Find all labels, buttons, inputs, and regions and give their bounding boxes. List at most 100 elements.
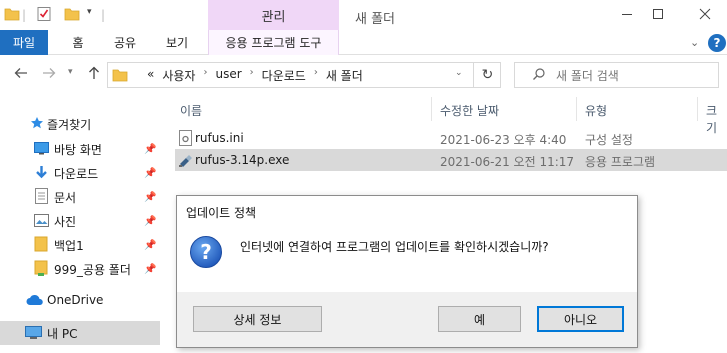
column-header-date[interactable]: 수정한 날짜 [440, 102, 499, 119]
sidebar-item-shared-folder[interactable]: 999_공용 폴더 📌 [0, 258, 160, 280]
breadcrumb-item-users[interactable]: 사용자 [162, 67, 195, 84]
maximize-button[interactable] [643, 4, 673, 26]
tab-home[interactable]: 홈 [66, 30, 90, 55]
column-divider[interactable] [431, 97, 432, 121]
minimize-icon [621, 8, 633, 23]
column-header-type[interactable]: 유형 [585, 102, 607, 119]
title-bar: | ▾ | 관리 새 폴더 [0, 0, 727, 30]
refresh-icon: ↻ [481, 67, 494, 83]
dialog-title: 업데이트 정책 [186, 206, 257, 220]
dialog-body: ? 인터넷에 연결하여 프로그램의 업데이트를 확인하시겠습니까? [177, 226, 637, 292]
breadcrumb-item-new-folder[interactable]: 새 폴더 [326, 67, 363, 84]
usb-drive-icon [178, 152, 194, 171]
chevron-right-icon[interactable]: › [203, 67, 207, 84]
refresh-button[interactable]: ↻ [473, 62, 501, 88]
cloud-icon [26, 294, 44, 309]
file-name: rufus.ini [195, 131, 244, 145]
sidebar-item-this-pc[interactable]: 내 PC [0, 321, 160, 345]
search-icon [532, 67, 546, 84]
minimize-button[interactable] [612, 4, 642, 26]
folder-icon [34, 236, 49, 255]
question-icon: ? [189, 235, 223, 272]
maximize-icon [652, 8, 664, 23]
sidebar-item-onedrive[interactable]: OneDrive [0, 289, 160, 311]
up-arrow-icon[interactable] [87, 66, 101, 84]
chevron-down-icon[interactable]: ⌄ [690, 36, 699, 49]
computer-icon [25, 326, 42, 343]
sidebar-item-desktop[interactable]: 바탕 화면 📌 [0, 138, 160, 160]
pin-icon[interactable]: 📌 [144, 192, 156, 203]
breadcrumb-item-user[interactable]: user [215, 67, 241, 84]
shared-folder-icon [34, 260, 49, 279]
sidebar-item-label: 다운로드 [54, 166, 99, 181]
pin-icon[interactable]: 📌 [144, 216, 156, 227]
chevron-down-icon[interactable]: ⌄ [455, 68, 463, 78]
breadcrumb-item-downloads[interactable]: 다운로드 [262, 67, 306, 84]
update-policy-dialog: 업데이트 정책 ? 인터넷에 연결하여 프로그램의 업데이트를 확인하시겠습니까… [176, 195, 638, 348]
dialog-title-bar[interactable]: 업데이트 정책 [177, 196, 637, 226]
pin-icon[interactable]: 📌 [144, 168, 156, 179]
sidebar-item-label: 내 PC [47, 326, 78, 341]
dialog-message: 인터넷에 연결하여 프로그램의 업데이트를 확인하시겠습니까? [240, 240, 549, 254]
window-title: 새 폴더 [355, 12, 396, 27]
chevron-right-icon[interactable]: › [314, 67, 318, 84]
sidebar-item-pictures[interactable]: 사진 📌 [0, 210, 160, 232]
file-row[interactable]: rufus.ini 2021-06-23 오후 4:40 구성 설정 [175, 127, 727, 149]
desktop-icon [34, 142, 49, 158]
sidebar-item-label: 즐겨찾기 [47, 117, 92, 132]
folder-icon [112, 67, 128, 86]
column-divider[interactable] [697, 97, 698, 121]
chevron-right-icon[interactable]: › [250, 67, 254, 84]
document-icon [35, 188, 48, 207]
column-header-name[interactable]: 이름 [180, 102, 202, 119]
back-arrow-icon[interactable] [14, 66, 28, 84]
close-button[interactable] [690, 4, 720, 26]
navigation-pane: 즐겨찾기 바탕 화면 📌 다운로드 📌 문서 📌 사진 📌 백업1 📌 999_… [0, 97, 160, 353]
breadcrumb: « 사용자 › user › 다운로드 › 새 폴더 [147, 67, 363, 84]
file-row[interactable]: rufus-3.14p.exe 2021-06-21 오전 11:17 응용 프… [175, 149, 727, 171]
details-button[interactable]: 상세 정보 [193, 306, 322, 332]
sidebar-item-quick-access[interactable]: 즐겨찾기 [0, 113, 160, 135]
file-date: 2021-06-21 오전 11:17 [440, 155, 575, 169]
pin-icon[interactable]: 📌 [144, 144, 156, 155]
file-type: 구성 설정 [585, 133, 633, 147]
help-button[interactable]: ? [708, 34, 726, 52]
svg-text:?: ? [200, 240, 212, 264]
close-icon [699, 8, 711, 23]
no-button[interactable]: 아니오 [537, 306, 624, 332]
download-icon [34, 165, 49, 183]
settings-file-icon [179, 130, 192, 149]
file-name: rufus-3.14p.exe [195, 153, 290, 167]
pin-icon[interactable]: 📌 [144, 240, 156, 251]
yes-button[interactable]: 예 [438, 306, 521, 332]
sidebar-item-label: OneDrive [47, 293, 104, 307]
properties-icon[interactable] [36, 6, 52, 25]
sidebar-item-label: 문서 [54, 190, 77, 205]
sidebar-item-downloads[interactable]: 다운로드 📌 [0, 162, 160, 184]
sidebar-item-label: 999_공용 폴더 [54, 262, 131, 277]
file-type: 응용 프로그램 [585, 155, 656, 169]
sidebar-item-label: 바탕 화면 [54, 142, 102, 157]
recent-locations-icon[interactable]: ▾ [68, 67, 73, 77]
manage-tab[interactable]: 관리 [208, 0, 339, 30]
folder-icon [4, 6, 20, 25]
sidebar-item-documents[interactable]: 문서 📌 [0, 186, 160, 208]
overflow-crumbs[interactable]: « [147, 67, 154, 84]
pictures-icon [34, 214, 49, 230]
sidebar-item-label: 백업1 [54, 238, 84, 253]
customize-toolbar-icon[interactable]: ▾ [87, 7, 92, 17]
tab-share[interactable]: 공유 [110, 30, 140, 55]
star-icon [30, 116, 44, 133]
forward-arrow-icon[interactable] [42, 66, 56, 84]
separator: | [22, 8, 27, 22]
new-folder-icon[interactable] [64, 6, 80, 25]
ribbon-tabs: 파일 홈 공유 보기 응용 프로그램 도구 [0, 30, 727, 55]
tab-view[interactable]: 보기 [162, 30, 192, 55]
sidebar-item-backup1[interactable]: 백업1 📌 [0, 234, 160, 256]
help-icon: ? [713, 36, 721, 50]
column-divider[interactable] [576, 97, 577, 121]
tab-file[interactable]: 파일 [0, 30, 48, 55]
pin-icon[interactable]: 📌 [144, 264, 156, 275]
tab-application-tools[interactable]: 응용 프로그램 도구 [208, 30, 339, 55]
search-placeholder: 새 폴더 검색 [556, 69, 619, 83]
